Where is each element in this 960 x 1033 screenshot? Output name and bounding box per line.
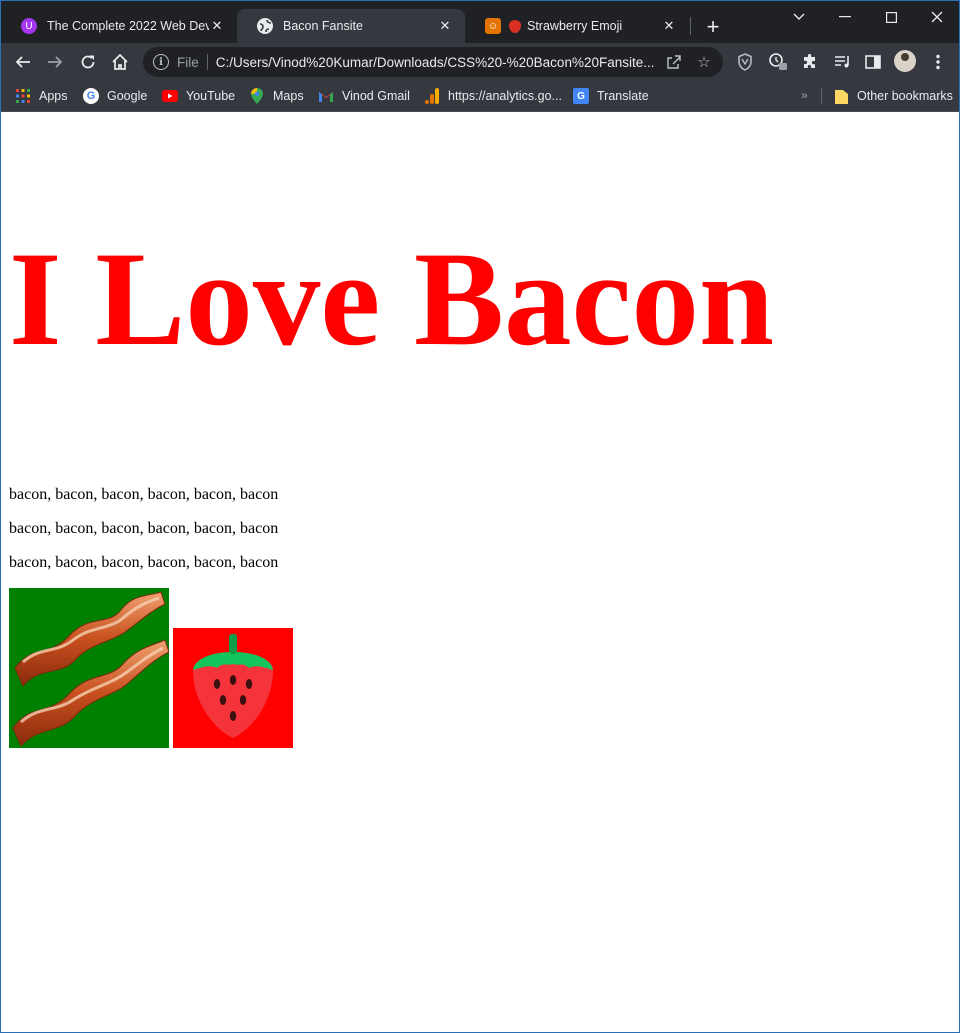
extensions-puzzle-icon[interactable] xyxy=(796,48,824,76)
tab-strip: U The Complete 2022 Web Devel ✕ Bacon Fa… xyxy=(1,1,959,43)
bookmark-label: YouTube xyxy=(186,89,236,103)
profile-avatar[interactable] xyxy=(894,50,916,72)
google-icon: G xyxy=(83,88,99,104)
tab-search-chevron-icon[interactable] xyxy=(777,5,821,29)
maximize-icon[interactable] xyxy=(869,5,913,29)
emojipedia-icon: ☺ xyxy=(485,18,501,34)
browser-window: U The Complete 2022 Web Devel ✕ Bacon Fa… xyxy=(0,0,960,1033)
bookmark-label: Vinod Gmail xyxy=(342,89,410,103)
maps-icon xyxy=(249,88,265,104)
bacon-paragraph: bacon, bacon, bacon, bacon, bacon, bacon xyxy=(9,486,279,503)
address-bar[interactable]: i File C:/Users/Vinod%20Kumar/Downloads/… xyxy=(143,47,723,77)
side-panel-icon[interactable] xyxy=(859,48,887,76)
tab-title: Bacon Fansite xyxy=(283,19,363,33)
more-bookmarks-chevron-icon[interactable]: » xyxy=(801,88,808,102)
back-arrow-icon[interactable] xyxy=(9,48,37,76)
bookmark-analytics[interactable]: https://analytics.go... xyxy=(424,87,562,105)
tab-bacon-fansite[interactable]: Bacon Fansite ✕ xyxy=(237,9,465,43)
close-window-icon[interactable] xyxy=(915,5,959,29)
bacon-paragraph: bacon, bacon, bacon, bacon, bacon, bacon xyxy=(9,520,279,537)
info-icon[interactable]: i xyxy=(153,54,169,70)
bookmarks-separator xyxy=(821,88,822,104)
bookmark-star-icon[interactable]: ☆ xyxy=(695,53,713,71)
accessibility-extension-icon[interactable] xyxy=(764,48,792,76)
media-queue-icon[interactable] xyxy=(829,48,857,76)
bookmark-other[interactable]: Other bookmarks xyxy=(833,87,953,105)
bookmark-label: Google xyxy=(107,89,148,103)
tab-title: The Complete 2022 Web Devel xyxy=(47,19,209,33)
bookmark-google[interactable]: G Google xyxy=(83,87,147,105)
url-text[interactable]: C:/Users/Vinod%20Kumar/Downloads/CSS%20-… xyxy=(216,55,666,70)
youtube-icon xyxy=(162,88,178,104)
bookmark-label: Apps xyxy=(39,89,68,103)
bookmark-youtube[interactable]: YouTube xyxy=(162,87,235,105)
close-tab-icon[interactable]: ✕ xyxy=(661,18,677,34)
translate-icon: G xyxy=(573,88,589,104)
page-content: I Love Bacon bacon, bacon, bacon, bacon,… xyxy=(1,112,959,1032)
shield-extension-icon[interactable] xyxy=(731,48,759,76)
globe-icon xyxy=(257,18,273,34)
analytics-icon xyxy=(424,88,440,104)
bookmark-apps[interactable]: Apps xyxy=(15,87,68,105)
new-tab-button[interactable]: + xyxy=(701,14,725,39)
udemy-icon: U xyxy=(21,18,37,34)
address-divider xyxy=(206,54,208,70)
browser-toolbar: i File C:/Users/Vinod%20Kumar/Downloads/… xyxy=(1,43,959,81)
scheme-label: File xyxy=(177,54,199,70)
share-icon[interactable] xyxy=(665,53,683,71)
tab-title: Strawberry Emoji xyxy=(527,19,623,33)
home-icon[interactable] xyxy=(106,48,134,76)
bookmark-label: https://analytics.go... xyxy=(448,89,562,103)
bookmark-label: Other bookmarks xyxy=(857,89,953,103)
forward-arrow-icon[interactable] xyxy=(41,48,69,76)
gmail-icon xyxy=(318,88,334,104)
minimize-icon[interactable] xyxy=(823,5,867,29)
close-tab-icon[interactable]: ✕ xyxy=(209,18,225,34)
bacon-paragraph: bacon, bacon, bacon, bacon, bacon, bacon xyxy=(9,554,279,571)
tab-separator xyxy=(690,17,691,35)
more-menu-icon[interactable] xyxy=(924,48,952,76)
bookmark-maps[interactable]: Maps xyxy=(249,87,304,105)
tab-web-dev-course[interactable]: U The Complete 2022 Web Devel ✕ xyxy=(1,9,237,43)
strawberry-icon xyxy=(509,19,521,33)
tab-strawberry-emoji[interactable]: ☺ Strawberry Emoji ✕ xyxy=(465,9,689,43)
bookmark-translate[interactable]: G Translate xyxy=(573,87,649,105)
folder-icon xyxy=(833,88,849,104)
apps-grid-icon xyxy=(15,88,31,104)
close-tab-icon[interactable]: ✕ xyxy=(437,18,453,34)
bookmarks-bar: Apps G Google YouTube Maps Vinod Gmail h… xyxy=(1,81,959,112)
strawberry-image xyxy=(173,628,293,748)
bookmark-label: Maps xyxy=(273,89,304,103)
bookmark-label: Translate xyxy=(597,89,649,103)
reload-icon[interactable] xyxy=(74,48,102,76)
page-heading: I Love Bacon xyxy=(9,225,775,374)
bookmark-vinod-gmail[interactable]: Vinod Gmail xyxy=(318,87,410,105)
bacon-image xyxy=(9,588,170,748)
